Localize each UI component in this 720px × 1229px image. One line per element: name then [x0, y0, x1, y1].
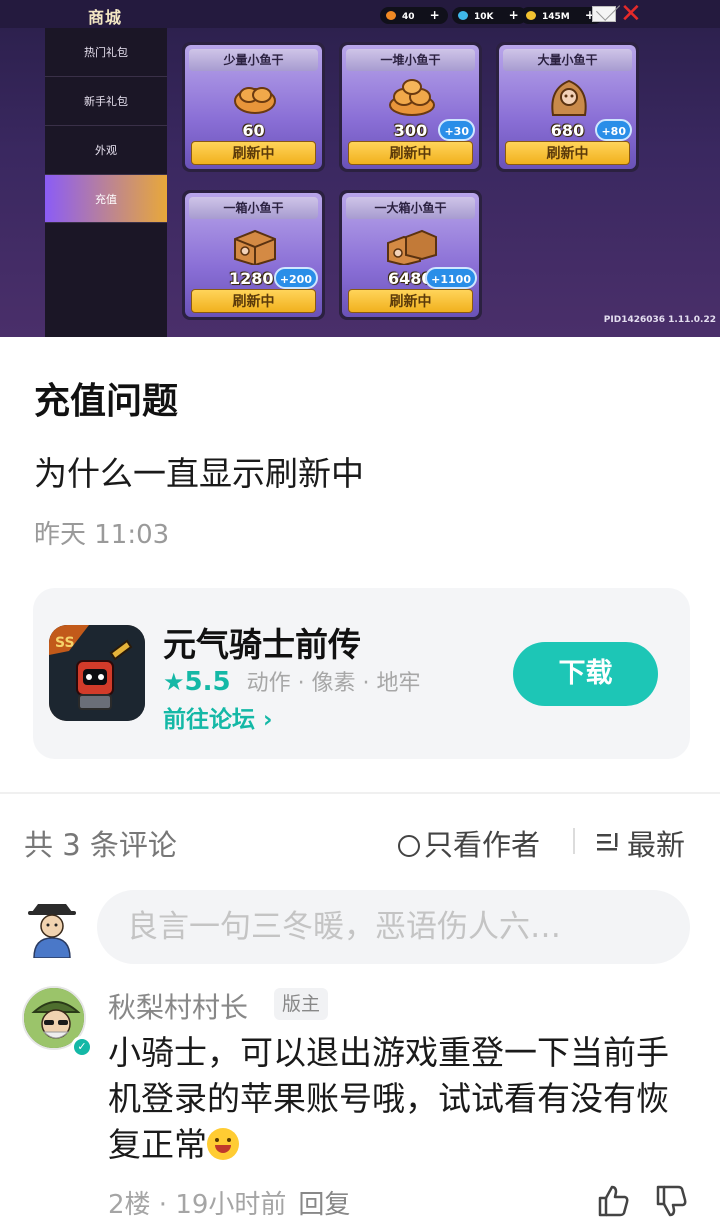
refreshing-button: 刷新中: [505, 141, 630, 165]
product-title: 大量小鱼干: [503, 49, 632, 71]
game-info-card[interactable]: SS 元气骑士前传 ★5.5 动作 · 像素 · 地牢 前往论坛 › 下载: [33, 588, 690, 759]
product-card: 一大箱小鱼干 6480 +1100 刷新中: [339, 190, 482, 320]
comment-text-content: 小骑士，可以退出游戏重登一下当前手机登录的苹果账号哦，试试看有没有恢复正常: [108, 1033, 669, 1164]
header-separator: [573, 828, 575, 854]
post-body: 为什么一直显示刷新中: [34, 454, 364, 493]
comment-floor-time: 2楼 · 19小时前: [108, 1190, 287, 1220]
go-to-forum-link[interactable]: 前往论坛 ›: [163, 700, 273, 734]
game-tags: 动作 · 像素 · 地牢: [246, 671, 421, 696]
comment-meta: 2楼 · 19小时前 回复: [108, 1184, 350, 1221]
game-app-icon[interactable]: SS: [49, 625, 145, 721]
comment-text: 小骑士，可以退出游戏重登一下当前手机登录的苹果账号哦，试试看有没有恢复正常: [108, 1030, 688, 1168]
product-card: 大量小鱼干 680 +80 刷新中: [496, 42, 639, 172]
sidebar-item-recharge: 充值: [45, 175, 167, 223]
game-name: 元气骑士前传: [163, 625, 361, 664]
svg-text:SS: SS: [55, 635, 75, 651]
fish-resource: 40 +: [380, 7, 448, 24]
post-time: 昨天 11:03: [34, 520, 170, 550]
product-title: 一箱小鱼干: [189, 197, 318, 219]
post-title: 充值问题: [34, 381, 179, 422]
section-divider: [0, 792, 720, 794]
refreshing-button: 刷新中: [348, 289, 473, 313]
sort-label: 最新: [627, 828, 686, 862]
add-fish-button: +: [429, 8, 440, 22]
fish-snack-icon: [234, 87, 276, 114]
star-icon: ★: [163, 668, 185, 696]
gem-icon: [458, 11, 468, 20]
fish-snack-pile-icon: [389, 79, 435, 116]
only-author-toggle[interactable]: 只看作者: [398, 822, 540, 864]
game-rating-row: ★5.5 动作 · 像素 · 地牢: [163, 665, 421, 697]
fish-icon: [386, 11, 396, 20]
download-button[interactable]: 下载: [513, 642, 658, 706]
happy-face-emoji-icon: [207, 1128, 239, 1160]
sort-lines-icon: [597, 833, 618, 851]
bonus-badge: +200: [273, 267, 318, 289]
moderator-badge: 版主: [274, 988, 329, 1020]
coin-resource: 145M +: [520, 7, 603, 24]
product-amount: 60: [242, 121, 265, 140]
comment-input[interactable]: 良言一句三冬暖，恶语伤人六…: [97, 890, 690, 964]
shop-title: 商城: [88, 8, 123, 27]
add-gem-button: +: [508, 8, 519, 22]
commenter-name[interactable]: 秋梨村村长: [108, 986, 248, 1026]
bonus-badge: +80: [595, 119, 632, 141]
coin-count: 145M: [542, 12, 570, 22]
close-icon: ✕: [620, 0, 642, 29]
refreshing-button: 刷新中: [191, 141, 316, 165]
only-author-label: 只看作者: [424, 828, 541, 862]
mail-icon: [592, 6, 616, 22]
bonus-badge: +1100: [425, 267, 477, 289]
refreshing-button: 刷新中: [348, 141, 473, 165]
sidebar-item-skins: 外观: [45, 126, 167, 175]
product-card: 少量小鱼干 60 刷新中: [182, 42, 325, 172]
radio-circle-icon: [398, 835, 420, 857]
verified-badge-icon: ✓: [71, 1036, 93, 1058]
fish-snack-sack-icon: [551, 79, 587, 116]
game-screenshot: 商城 40 + 10K + 145M + ✕ 热门礼包 新手礼包 外观 充值 少…: [0, 0, 720, 337]
thumbs-down-icon[interactable]: [654, 1184, 688, 1218]
fish-snack-box-icon: [234, 229, 276, 265]
bonus-badge: +30: [438, 119, 475, 141]
sort-toggle[interactable]: 最新: [597, 822, 685, 864]
fish-count: 40: [402, 12, 415, 22]
refreshing-button: 刷新中: [191, 289, 316, 313]
thumbs-up-icon[interactable]: [596, 1184, 630, 1218]
product-card: 一堆小鱼干 300 +30 刷新中: [339, 42, 482, 172]
sidebar-item-hot: 热门礼包: [45, 28, 167, 77]
reply-button[interactable]: 回复: [298, 1190, 350, 1220]
shop-sidebar: 热门礼包 新手礼包 外观 充值: [45, 28, 167, 337]
comment-count: 共 3 条评论: [24, 828, 177, 862]
product-title: 少量小鱼干: [189, 49, 318, 71]
game-rating: 5.5: [184, 667, 231, 697]
gem-count: 10K: [474, 12, 494, 22]
product-title: 一堆小鱼干: [346, 49, 475, 71]
sidebar-item-newbie: 新手礼包: [45, 77, 167, 126]
product-card: 一箱小鱼干 1280 +200 刷新中: [182, 190, 325, 320]
product-title: 一大箱小鱼干: [346, 197, 475, 219]
pid-version-label: PID1426036 1.11.0.22: [603, 315, 716, 325]
user-avatar: [28, 904, 76, 958]
knight-character-icon: SS: [49, 625, 145, 721]
coin-icon: [526, 11, 536, 20]
gem-resource: 10K +: [452, 7, 527, 24]
fish-snack-big-box-icon: [387, 229, 437, 265]
